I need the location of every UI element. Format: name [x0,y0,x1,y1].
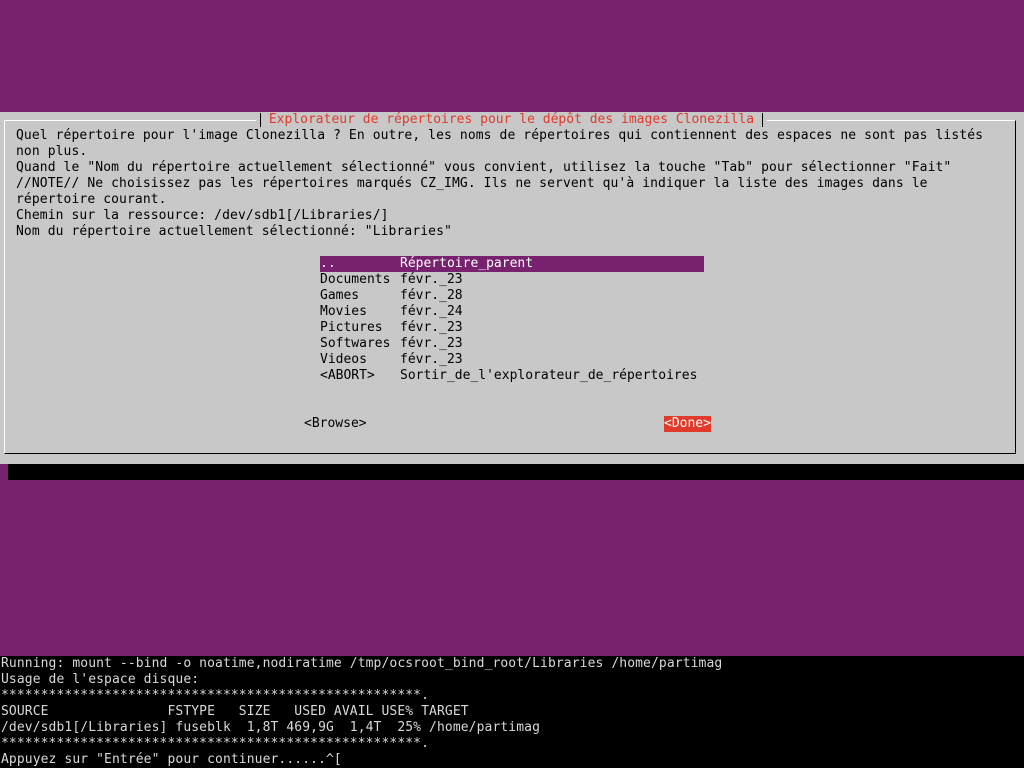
terminal-line-mount: Running: mount --bind -o noatime,nodirat… [1,656,723,671]
dialog-text-line-4: //NOTE// Ne choisissez pas les répertoir… [16,176,928,191]
list-item-name: Games [320,288,360,303]
list-item-name: Documents [320,272,391,287]
list-item-name: .. [320,256,336,271]
screen: Explorateur de répertoires pour le dépôt… [0,0,1024,768]
browse-button[interactable]: <Browse> [304,416,367,432]
list-item-name: <ABORT> [320,368,375,383]
list-item-name: Softwares [320,336,391,351]
list-item-value: Répertoire_parent [400,256,534,271]
terminal-line-separator: ****************************************… [1,688,430,703]
list-item-abort[interactable]: <ABORT> Sortir_de_l'explorateur_de_répert… [320,368,704,384]
dialog-text-line-5: répertoire courant. [16,192,167,207]
directory-list: .. Répertoire_parent Documents févr._23 Ga… [320,256,704,384]
dialog-text-line-3: Quand le "Nom du répertoire actuellement… [16,160,952,175]
terminal-line-disk: /dev/sdb1[/Libraries] fuseblk 1,8T 469,9… [1,720,541,735]
list-item-value: févr._23 [400,352,463,367]
list-item-value: févr._23 [400,336,463,351]
list-item-games[interactable]: Games févr._28 [320,288,704,304]
list-item-softwares[interactable]: Softwares févr._23 [320,336,704,352]
done-button[interactable]: <Done> [664,416,711,432]
terminal-output: Running: mount --bind -o noatime,nodirat… [0,656,1024,768]
list-item-value: févr._28 [400,288,463,303]
list-item-value: Sortir_de_l'explorateur_de_répertoires [400,368,698,383]
dialog-text-line-2: non plus. [16,144,88,159]
terminal-line-separator: ****************************************… [1,736,430,751]
terminal-line-usage: Usage de l'espace disque: [1,672,200,687]
list-item-movies[interactable]: Movies févr._24 [320,304,704,320]
terminal-line-prompt: Appuyez sur "Entrée" pour continuer.....… [1,752,342,767]
list-item-name: Movies [320,304,367,319]
dialog-title: Explorateur de répertoires pour le dépôt… [256,112,767,128]
dialog-text-line-1: Quel répertoire pour l'image Clonezilla … [16,128,984,143]
list-item-name: Pictures [320,320,383,335]
list-item-name: Videos [320,352,367,367]
selected-directory-name: Nom du répertoire actuellement sélection… [16,224,452,239]
list-item-value: févr._23 [400,272,463,287]
list-item-videos[interactable]: Videos févr._23 [320,352,704,368]
directory-browser-dialog: Explorateur de répertoires pour le dépôt… [0,112,1024,464]
resource-path: Chemin sur la ressource: /dev/sdb1[/Libr… [16,208,389,223]
list-item-documents[interactable]: Documents févr._23 [320,272,704,288]
list-item-pictures[interactable]: Pictures févr._23 [320,320,704,336]
dialog-title-text: Explorateur de répertoires pour le dépôt… [268,112,755,127]
terminal-line-header: SOURCE FSTYPE SIZE USED AVAIL USE% TARGE… [1,704,469,719]
list-item-value: févr._24 [400,304,463,319]
list-item-parent[interactable]: .. Répertoire_parent [320,256,704,272]
dialog-shadow [8,464,1024,480]
list-item-value: févr._23 [400,320,463,335]
